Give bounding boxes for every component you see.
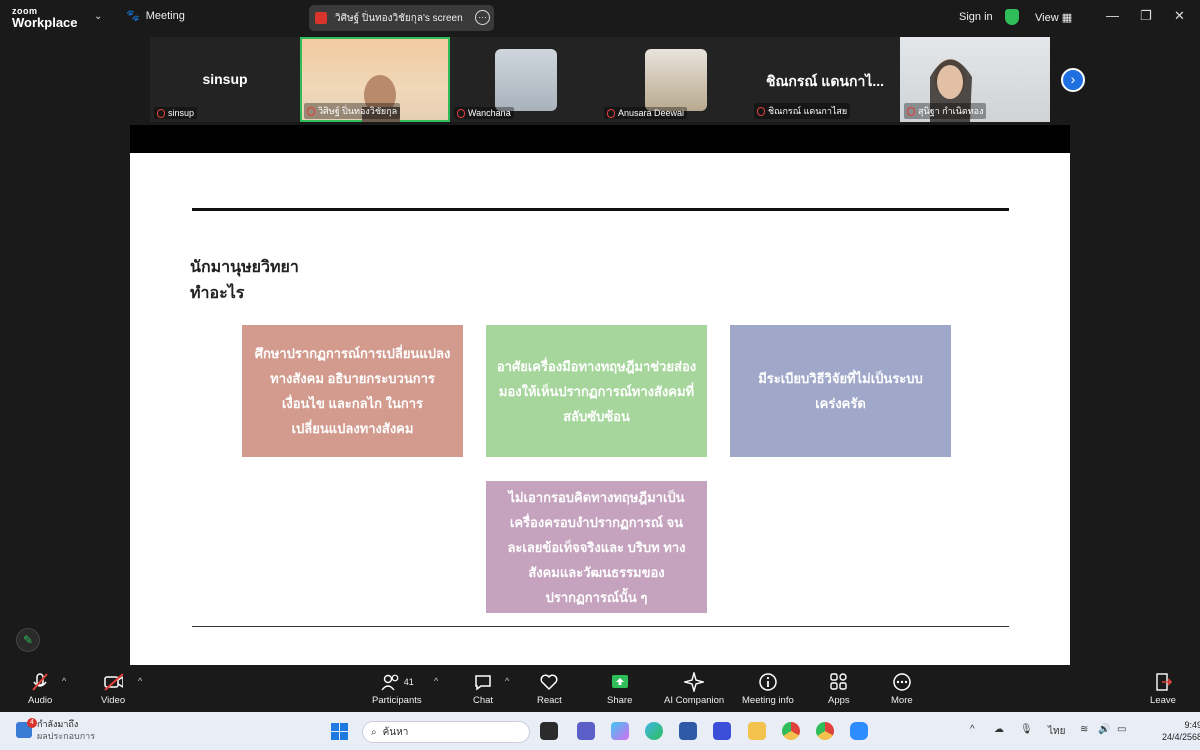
- chat-icon: [473, 672, 493, 692]
- search-icon: ⌕: [371, 726, 377, 738]
- mic-muted-icon: [307, 106, 315, 116]
- shield-icon[interactable]: [1005, 9, 1019, 25]
- apps-button[interactable]: Apps: [828, 672, 850, 706]
- close-icon[interactable]: ✕: [1174, 8, 1185, 24]
- mic-icon[interactable]: 🎙: [1020, 724, 1033, 735]
- avatar: [495, 49, 557, 111]
- audio-options-caret[interactable]: ^: [62, 676, 66, 686]
- cloud-icon[interactable]: ☁: [994, 724, 1004, 735]
- screen-share-indicator[interactable]: วิศิษฐ์ ปิ่นทองวิชัยกุล's screen …: [309, 5, 494, 31]
- content-box: ศึกษาปรากฏการณ์การเปลี่ยนแปลงทางสังคม อธ…: [242, 325, 463, 457]
- volume-icon[interactable]: 🔊: [1098, 724, 1110, 735]
- app-icon[interactable]: [713, 722, 731, 740]
- participants-button[interactable]: 41 Participants: [372, 672, 422, 706]
- share-button[interactable]: Share: [607, 672, 632, 706]
- chrome-icon[interactable]: [782, 722, 800, 740]
- content-box: ไม่เอากรอบคิดทางทฤษฎีมาเป็นเครื่องครอบงำ…: [486, 481, 707, 613]
- participant-tile[interactable]: สุนิฐา กำเนิดทอง: [900, 37, 1050, 122]
- more-icon: [892, 672, 912, 692]
- info-icon: [758, 672, 778, 692]
- battery-icon[interactable]: ▭: [1117, 724, 1126, 735]
- leave-button[interactable]: Leave: [1150, 672, 1176, 706]
- chat-options-caret[interactable]: ^: [505, 676, 509, 686]
- ai-companion-button[interactable]: AI Companion: [664, 672, 724, 706]
- paw-icon: 🐾: [126, 10, 140, 22]
- mic-muted-icon: [457, 108, 465, 118]
- video-options-caret[interactable]: ^: [138, 676, 142, 686]
- title-bar: zoom Workplace ⌄ 🐾 Meeting วิศิษฐ์ ปิ่นท…: [0, 0, 1200, 35]
- more-options-icon[interactable]: …: [475, 10, 490, 25]
- mic-muted-icon: [757, 106, 765, 116]
- react-button[interactable]: React: [537, 672, 562, 706]
- sign-in-link[interactable]: Sign in: [959, 11, 993, 23]
- more-button[interactable]: More: [891, 672, 913, 706]
- mic-muted-icon: [157, 108, 165, 118]
- video-off-icon: [103, 672, 124, 692]
- system-clock[interactable]: 9:49 24/4/2568: [1162, 719, 1200, 743]
- participants-strip: sinsup sinsup วิศิษฐ์ ปิ่นทองวิชัยกุล Wa…: [150, 37, 1050, 122]
- copilot-icon[interactable]: [611, 722, 629, 740]
- taskbar-search[interactable]: ⌕ ค้นหา: [362, 721, 530, 743]
- task-view-icon[interactable]: [540, 722, 558, 740]
- annotate-button[interactable]: ✎: [16, 628, 40, 652]
- meeting-menu[interactable]: 🐾 Meeting: [126, 9, 185, 23]
- file-explorer-icon[interactable]: [748, 722, 766, 740]
- chat-button[interactable]: Chat: [473, 672, 493, 706]
- slide: นักมานุษยวิทยา ทำอะไร ศึกษาปรากฏการณ์การ…: [130, 153, 1070, 665]
- participant-tile[interactable]: sinsup sinsup: [150, 37, 300, 122]
- mic-muted-icon: [30, 672, 50, 692]
- os-taskbar: 4 กำลังมาถึง ผลประกอบการ ⌕ ค้นหา ^ ☁ 🎙 ไ…: [0, 712, 1200, 750]
- share-icon: [315, 12, 327, 24]
- participant-tile[interactable]: Wanchana: [450, 37, 600, 122]
- avatar: [645, 49, 707, 111]
- edge-icon[interactable]: [645, 722, 663, 740]
- chevron-down-icon[interactable]: ⌄: [94, 11, 102, 22]
- zoom-app-icon[interactable]: [850, 722, 868, 740]
- restore-icon[interactable]: ❐: [1140, 8, 1152, 24]
- slide-heading: นักมานุษยวิทยา ทำอะไร: [190, 259, 299, 302]
- next-page-button[interactable]: ›: [1061, 68, 1085, 92]
- participants-icon: 41: [375, 672, 419, 692]
- wifi-icon[interactable]: ≋: [1080, 724, 1088, 735]
- sparkle-icon: [684, 672, 705, 692]
- store-icon[interactable]: [679, 722, 697, 740]
- heart-icon: [539, 672, 559, 692]
- view-button[interactable]: View ▦: [1035, 11, 1072, 24]
- content-box: อาศัยเครื่องมือทางทฤษฎีมาช่วยส่องมองให้เ…: [486, 325, 707, 457]
- meeting-toolbar: Audio ^ Video ^ 41 Participants ^ Chat ^…: [0, 666, 1200, 712]
- participants-options-caret[interactable]: ^: [434, 676, 438, 686]
- share-screen-icon: [610, 672, 630, 692]
- chevron-up-icon[interactable]: ^: [970, 724, 975, 735]
- audio-button[interactable]: Audio: [28, 672, 52, 706]
- windows-start-icon[interactable]: [331, 723, 348, 740]
- mic-muted-icon: [607, 108, 615, 118]
- content-box: มีระเบียบวิธีวิจัยที่ไม่เป็นระบบเคร่งครั…: [730, 325, 951, 457]
- divider: [192, 626, 1009, 627]
- apps-icon: [829, 672, 849, 692]
- input-language[interactable]: ไทย: [1048, 724, 1065, 739]
- zoom-logo: zoom Workplace: [12, 6, 78, 30]
- notification-widget[interactable]: 4 กำลังมาถึง ผลประกอบการ: [16, 718, 95, 742]
- video-button[interactable]: Video: [101, 672, 125, 706]
- mic-muted-icon: [907, 106, 915, 116]
- participant-tile[interactable]: ชิณกรณ์ แดนกาไ... ชิณกรณ์ แดนกาไสย: [750, 37, 900, 122]
- leave-icon: [1153, 672, 1173, 692]
- minimize-icon[interactable]: —: [1106, 8, 1119, 23]
- teams-icon[interactable]: [577, 722, 595, 740]
- participant-tile[interactable]: Anusara Deewai: [600, 37, 750, 122]
- chrome-profile-icon[interactable]: [816, 722, 834, 740]
- news-icon: 4: [16, 718, 37, 738]
- participant-tile-active-speaker[interactable]: วิศิษฐ์ ปิ่นทองวิชัยกุล: [300, 37, 450, 122]
- divider: [192, 208, 1009, 211]
- meeting-info-button[interactable]: Meeting info: [742, 672, 794, 706]
